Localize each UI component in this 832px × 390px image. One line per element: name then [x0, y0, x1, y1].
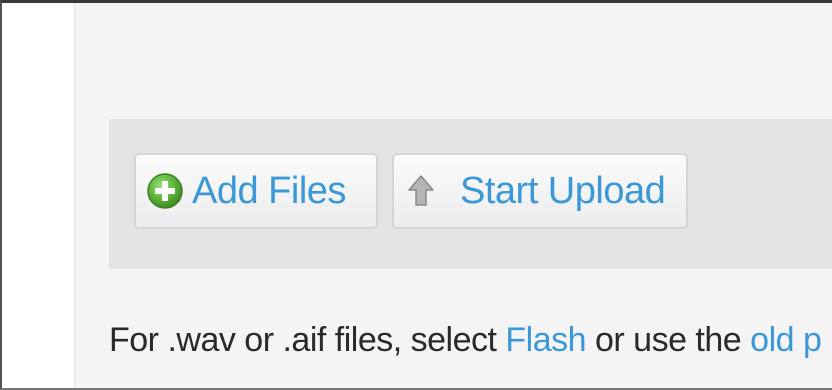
- start-upload-label: Start Upload: [460, 169, 666, 212]
- add-files-label: Add Files: [192, 169, 346, 212]
- arrow-up-icon: [408, 175, 434, 206]
- old-uploader-link[interactable]: old p: [750, 321, 822, 359]
- add-circle-icon: [147, 173, 183, 209]
- file-format-note: For .wav or .aif files, select Flash or …: [109, 321, 822, 360]
- flash-link[interactable]: Flash: [505, 321, 586, 359]
- add-files-button[interactable]: Add Files: [134, 153, 378, 229]
- note-middle: or use the: [586, 321, 751, 359]
- browser-viewport: Add Files Start Upload For .wav or .aif …: [0, 0, 832, 390]
- upload-toolbar: Add Files Start Upload: [109, 119, 832, 269]
- note-prefix: For .wav or .aif files, select: [109, 321, 506, 359]
- start-upload-button[interactable]: Start Upload: [392, 153, 688, 229]
- left-margin: [2, 3, 75, 388]
- main-content: Add Files Start Upload For .wav or .aif …: [75, 3, 832, 388]
